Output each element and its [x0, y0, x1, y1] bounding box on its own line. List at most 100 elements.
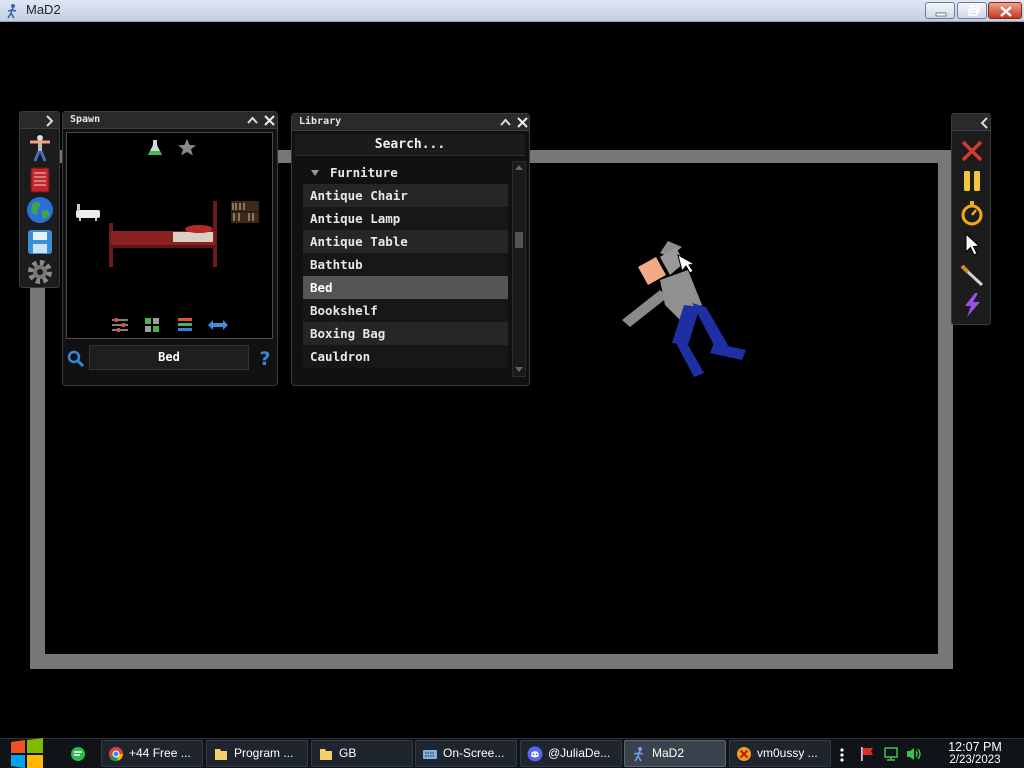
- grid-view-icon[interactable]: [144, 317, 160, 333]
- list-view-icon[interactable]: [177, 317, 193, 333]
- taskbar-item-chrome[interactable]: +44 Free ...: [101, 740, 203, 767]
- clock-time: 12:07 PM: [948, 740, 1002, 754]
- save-icon[interactable]: [26, 228, 54, 256]
- bathtub-thumbnail[interactable]: [75, 203, 101, 223]
- list-item-selected[interactable]: Bed: [303, 276, 508, 299]
- swap-arrows-icon[interactable]: [207, 318, 229, 332]
- task-label: +44 Free ...: [129, 746, 191, 760]
- lightning-icon[interactable]: [959, 292, 985, 318]
- minimize-icon: [935, 12, 947, 17]
- filter-sliders-icon[interactable]: [111, 317, 129, 333]
- ragdoll-character[interactable]: [610, 235, 760, 385]
- list-item[interactable]: Antique Lamp: [303, 207, 508, 230]
- minimize-button[interactable]: [925, 2, 955, 19]
- taskbar-item-on-screen-keyboard[interactable]: On-Scree...: [415, 740, 517, 767]
- task-label: MaD2: [652, 746, 685, 760]
- library-panel-title: Library: [299, 116, 342, 127]
- library-scrollbar[interactable]: [512, 161, 526, 377]
- more-options-icon[interactable]: [838, 747, 846, 763]
- close-x-icon[interactable]: [959, 138, 985, 164]
- clock-date: 2/23/2023: [949, 754, 1001, 766]
- list-item[interactable]: Antique Table: [303, 230, 508, 253]
- expand-chevron-icon[interactable]: [42, 113, 57, 128]
- bed-preview-image: [109, 201, 217, 267]
- help-question-icon[interactable]: ?: [256, 348, 274, 368]
- task-label: GB: [339, 746, 357, 760]
- pause-icon[interactable]: [959, 168, 985, 194]
- right-toolbar-header: [952, 114, 990, 131]
- category-label: Furniture: [330, 165, 398, 180]
- taskbar-item-discord[interactable]: @JuliaDe...: [520, 740, 622, 767]
- scroll-down-icon[interactable]: [514, 366, 524, 374]
- folder-icon: [215, 749, 227, 760]
- left-toolbar-header: [20, 112, 59, 129]
- spawn-panel: Spawn Bed ?: [62, 111, 278, 386]
- list-item[interactable]: Antique Chair: [303, 184, 508, 207]
- collapse-chevron-left-icon[interactable]: [977, 115, 992, 130]
- settings-gear-icon[interactable]: [26, 258, 54, 286]
- bookshelf-thumbnail[interactable]: [231, 201, 259, 223]
- app-icon: [737, 747, 751, 761]
- left-toolbar: [19, 111, 60, 288]
- globe-icon[interactable]: [26, 196, 54, 224]
- book-icon[interactable]: [26, 166, 54, 194]
- restore-icon: [968, 5, 980, 16]
- list-item[interactable]: Boxing Bag: [303, 322, 508, 345]
- close-panel-icon[interactable]: [515, 115, 530, 130]
- taskbar-item-vm0ussy[interactable]: vm0ussy ...: [729, 740, 831, 767]
- mad2-icon: [633, 747, 644, 762]
- messenger-icon[interactable]: [70, 746, 86, 762]
- selected-item-name: Bed: [89, 345, 249, 370]
- knife-icon[interactable]: [959, 262, 985, 288]
- collapse-chevron-icon[interactable]: [245, 113, 260, 128]
- speaker-icon[interactable]: [905, 746, 923, 762]
- ragdoll-icon[interactable]: [26, 134, 54, 162]
- task-label: On-Scree...: [443, 746, 505, 760]
- folder-icon: [320, 749, 332, 760]
- list-item[interactable]: Bookshelf: [303, 299, 508, 322]
- chrome-icon: [109, 747, 123, 762]
- list-item[interactable]: Cauldron: [303, 345, 508, 368]
- flask-icon[interactable]: [147, 139, 163, 157]
- pointer-cursor-icon[interactable]: [959, 231, 985, 257]
- magnifier-icon[interactable]: [67, 350, 85, 368]
- scrollbar-thumb[interactable]: [515, 232, 523, 248]
- stopwatch-icon[interactable]: [959, 200, 985, 226]
- taskbar-item-gb[interactable]: GB: [311, 740, 413, 767]
- discord-icon: [527, 746, 543, 762]
- task-label: vm0ussy ...: [757, 746, 818, 760]
- screen: MaD2 Spawn Bed ? Library Search... Furni…: [0, 0, 1024, 768]
- library-panel: Library Search... Furniture Antique Chai…: [291, 113, 530, 386]
- network-icon[interactable]: [883, 746, 899, 762]
- windows-start-icon[interactable]: [9, 737, 45, 768]
- taskbar: +44 Free ... Program ... GB On-Scree... …: [0, 738, 1024, 768]
- library-panel-header[interactable]: Library: [292, 114, 529, 131]
- taskbar-item-program[interactable]: Program ...: [206, 740, 308, 767]
- list-item[interactable]: Bathtub: [303, 253, 508, 276]
- library-search-input[interactable]: Search...: [295, 134, 525, 156]
- mad2-app-icon: [7, 4, 17, 19]
- close-panel-icon[interactable]: [262, 113, 277, 128]
- keyboard-icon: [423, 750, 437, 759]
- collapse-chevron-icon[interactable]: [498, 115, 513, 130]
- window-title-bar[interactable]: MaD2: [0, 0, 1024, 22]
- maximize-button[interactable]: [957, 2, 987, 19]
- task-label: Program ...: [234, 746, 294, 760]
- task-label: @JuliaDe...: [548, 746, 611, 760]
- window-title: MaD2: [26, 2, 61, 17]
- system-clock[interactable]: 12:07 PM 2/23/2023: [932, 741, 1018, 767]
- star-icon[interactable]: [177, 138, 197, 156]
- taskbar-item-mad2[interactable]: MaD2: [624, 740, 726, 767]
- close-icon: [1000, 6, 1012, 17]
- spawn-preview[interactable]: [66, 132, 273, 339]
- spawn-panel-title: Spawn: [70, 114, 101, 125]
- library-item-list: Furniture Antique Chair Antique Lamp Ant…: [303, 161, 508, 368]
- expand-triangle-icon: [311, 170, 319, 176]
- svg-text:?: ?: [259, 348, 270, 368]
- flag-icon[interactable]: [859, 746, 875, 762]
- close-window-button[interactable]: [988, 2, 1022, 19]
- scroll-up-icon[interactable]: [514, 163, 524, 171]
- right-toolbar: [951, 113, 991, 325]
- spawn-panel-header[interactable]: Spawn: [63, 112, 277, 129]
- category-furniture[interactable]: Furniture: [303, 161, 508, 184]
